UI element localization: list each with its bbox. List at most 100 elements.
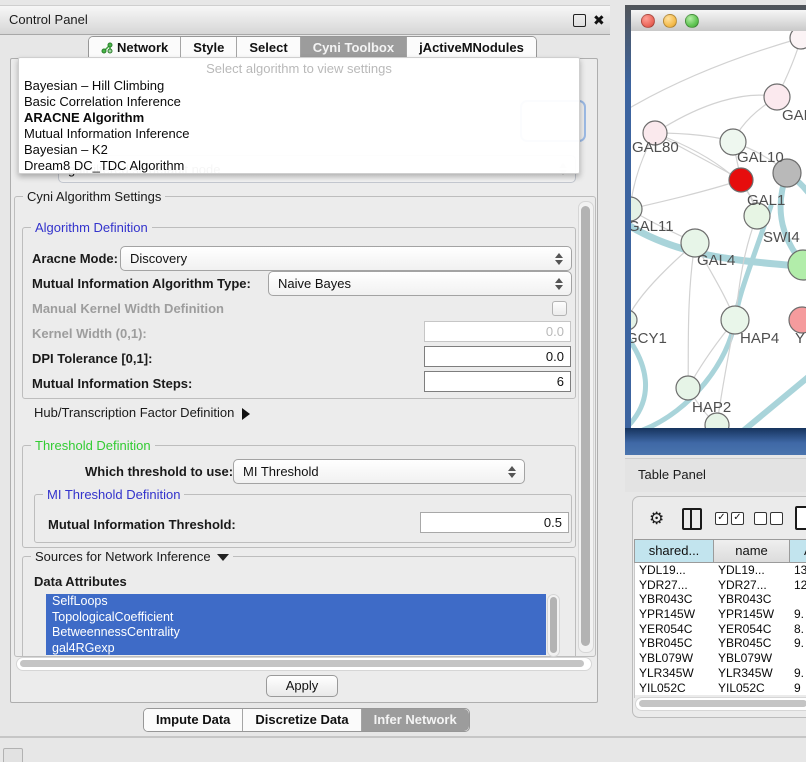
cell-name[interactable]: YER054C (714, 622, 790, 637)
collapsed-panel-button[interactable] (3, 748, 23, 762)
mi-threshold-field[interactable]: 0.5 (420, 512, 569, 533)
network-canvas[interactable]: GAL GAL80 GAL10 GAL1 GAL11 SWI4 GAL4 GCY… (631, 31, 806, 428)
cell-shared-name[interactable]: YLR345W (635, 666, 714, 681)
export-table-icon[interactable] (795, 506, 806, 530)
cell-shared-name[interactable]: YDL19... (635, 563, 714, 578)
mi-steps-field[interactable]: 6 (424, 371, 571, 392)
column-header-partial[interactable]: A (790, 540, 806, 562)
cell-name[interactable]: YBR045C (714, 636, 790, 651)
dpi-tolerance-field[interactable]: 0.0 (424, 346, 571, 367)
cell-value[interactable]: 8. (790, 622, 806, 637)
cell-shared-name[interactable]: YBR043C (635, 592, 714, 607)
manual-kernel-width-checkbox[interactable] (552, 301, 567, 316)
dropdown-item[interactable]: Basic Correlation Inference (19, 94, 579, 110)
cell-shared-name[interactable]: YIL052C (635, 681, 714, 696)
node-hap2[interactable] (676, 376, 700, 400)
table-row[interactable]: YDR27...YDR27...12 (635, 578, 806, 593)
select-all-icon[interactable]: ✓✓ (715, 512, 744, 525)
table-panel-title: Table Panel (625, 459, 806, 491)
table-row[interactable]: YER054CYER054C8. (635, 622, 806, 637)
table-row[interactable]: YBL079WYBL079W (635, 651, 806, 666)
table-row[interactable]: YLR345WYLR345W9. (635, 666, 806, 681)
table-row[interactable]: YIL052CYIL052C9 (635, 681, 806, 696)
dropdown-item[interactable]: Bayesian – K2 (19, 142, 579, 158)
sources-title[interactable]: Sources for Network Inference (31, 549, 233, 564)
node-gal1-selected[interactable] (729, 168, 753, 192)
cell-shared-name[interactable]: YER054C (635, 622, 714, 637)
cell-value[interactable] (790, 651, 806, 666)
which-threshold-label: Which threshold to use: (85, 464, 233, 479)
list-item[interactable]: TopologicalCoefficient (46, 610, 546, 626)
settings-vscrollbar-thumb[interactable] (581, 206, 590, 646)
which-threshold-combo[interactable]: MI Threshold (233, 459, 525, 484)
settings-vscrollbar[interactable] (578, 201, 594, 653)
mi-algorithm-type-combo[interactable]: Naive Bayes (268, 271, 572, 296)
column-header-shared-name[interactable]: shared... (635, 540, 714, 562)
data-attributes-list[interactable]: SelfLoops TopologicalCoefficient Between… (46, 594, 546, 655)
table-row[interactable]: YDL19...YDL19...13 (635, 563, 806, 578)
dropdown-item[interactable]: Bayesian – Hill Climbing (19, 78, 579, 94)
zoom-traffic-light[interactable] (685, 14, 699, 28)
cell-value[interactable]: 9. (790, 666, 806, 681)
cell-shared-name[interactable]: YPR145W (635, 607, 714, 622)
cell-name[interactable]: YBL079W (714, 651, 790, 666)
list-item[interactable]: gal4RGexp (46, 641, 546, 656)
cell-name[interactable]: YPR145W (714, 607, 790, 622)
cell-value[interactable]: 9. (790, 607, 806, 622)
tab-select[interactable]: Select (237, 37, 300, 59)
close-traffic-light[interactable] (641, 14, 655, 28)
settings-hscrollbar[interactable] (16, 657, 592, 671)
cell-shared-name[interactable]: YBR045C (635, 636, 714, 651)
column-header-name[interactable]: name (714, 540, 790, 562)
tab-impute-data[interactable]: Impute Data (144, 709, 243, 731)
cell-value[interactable] (790, 592, 806, 607)
cell-value[interactable]: 9 (790, 681, 806, 696)
list-item[interactable]: BetweennessCentrality (46, 625, 546, 641)
hub-definition-toggle[interactable]: Hub/Transcription Factor Definition (34, 405, 250, 420)
cell-name[interactable]: YLR345W (714, 666, 790, 681)
table-row[interactable]: YPR145WYPR145W9. (635, 607, 806, 622)
cell-value[interactable]: 9. (790, 636, 806, 651)
tab-jactivemnodules[interactable]: jActiveMNodules (407, 37, 536, 59)
cell-shared-name[interactable]: YBL079W (635, 651, 714, 666)
tab-style[interactable]: Style (181, 37, 237, 59)
table-hscrollbar[interactable] (635, 697, 806, 711)
cell-name[interactable]: YIL052C (714, 681, 790, 696)
node[interactable] (790, 31, 806, 49)
node-gcy1[interactable] (631, 310, 637, 330)
node-green[interactable] (788, 250, 806, 280)
cell-name[interactable]: YDR27... (714, 578, 790, 593)
tab-network[interactable]: Network (89, 37, 181, 59)
close-icon[interactable]: ✖ (593, 14, 605, 27)
columns-icon[interactable] (682, 508, 702, 530)
list-item[interactable]: SelfLoops (46, 594, 546, 610)
kernel-width-field[interactable]: 0.0 (424, 321, 571, 342)
tab-jactivemnodules-label: jActiveMNodules (419, 37, 524, 59)
attributes-vscrollbar-thumb[interactable] (550, 597, 557, 653)
cell-value[interactable]: 13 (790, 563, 806, 578)
minimize-traffic-light[interactable] (663, 14, 677, 28)
float-window-icon[interactable] (573, 14, 586, 27)
apply-button[interactable]: Apply (266, 675, 338, 697)
aracne-mode-combo[interactable]: Discovery (120, 246, 572, 271)
cell-name[interactable]: YDL19... (714, 563, 790, 578)
tab-cyni-toolbox[interactable]: Cyni Toolbox (301, 37, 407, 59)
dropdown-item[interactable]: Dream8 DC_TDC Algorithm (19, 158, 579, 174)
attributes-vscrollbar[interactable] (547, 594, 560, 657)
dropdown-item-highlighted[interactable]: ARACNE Algorithm (19, 110, 579, 126)
table-row[interactable]: YBR045CYBR045C9. (635, 636, 806, 651)
network-window-titlebar[interactable] (631, 10, 806, 32)
cell-name[interactable]: YBR043C (714, 592, 790, 607)
kernel-width-label: Kernel Width (0,1): (32, 326, 147, 341)
table-row[interactable]: YBR043CYBR043C (635, 592, 806, 607)
deselect-all-icon[interactable] (754, 512, 783, 525)
dropdown-item[interactable]: Mutual Information Inference (19, 126, 579, 142)
tab-discretize-data[interactable]: Discretize Data (243, 709, 361, 731)
cell-shared-name[interactable]: YDR27... (635, 578, 714, 593)
gear-icon[interactable]: ⚙ (649, 509, 664, 529)
cell-value[interactable]: 12 (790, 578, 806, 593)
mi-threshold-label: Mutual Information Threshold: (48, 517, 236, 532)
table-hscrollbar-thumb[interactable] (639, 700, 806, 707)
settings-hscrollbar-thumb[interactable] (20, 660, 584, 667)
tab-infer-network[interactable]: Infer Network (362, 709, 469, 731)
